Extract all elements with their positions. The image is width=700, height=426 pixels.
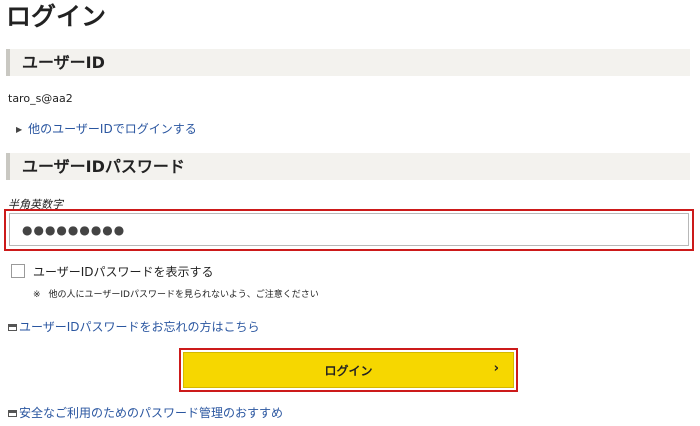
other-userid-login-link-label: 他のユーザーIDでログインする [28, 122, 197, 136]
other-userid-login-link[interactable]: ▶ 他のユーザーIDでログインする [16, 120, 197, 137]
show-password-checkbox[interactable] [11, 264, 25, 278]
window-icon [8, 410, 17, 417]
userid-section-title: ユーザーID [22, 53, 105, 72]
login-button[interactable]: ログイン › [183, 352, 514, 388]
password-section-header: ユーザーIDパスワード [6, 153, 690, 180]
forgot-password-link-label: ユーザーIDパスワードをお忘れの方はこちら [19, 320, 260, 334]
note-text: 他の人にユーザーIDパスワードを見られないよう、ご注意ください [48, 290, 319, 300]
safe-usage-link-label: 安全なご利用のためのパスワード管理のおすすめ [19, 406, 284, 420]
userid-value: taro_s@aa2 [8, 92, 73, 105]
userid-section-header: ユーザーID [6, 49, 690, 76]
safe-usage-link[interactable]: 安全なご利用のためのパスワード管理のおすすめ [8, 404, 283, 421]
window-icon [8, 324, 17, 331]
chevron-right-icon: › [493, 361, 499, 376]
password-section-title: ユーザーIDパスワード [22, 157, 185, 176]
password-caution-note: ※ 他の人にユーザーIDパスワードを見られないよう、ご注意ください [33, 287, 319, 300]
login-button-label: ログイン [324, 364, 373, 378]
page-title: ログイン [6, 2, 107, 31]
note-mark: ※ [33, 290, 41, 300]
triangle-right-icon: ▶ [16, 125, 23, 134]
forgot-password-link[interactable]: ユーザーIDパスワードをお忘れの方はこちら [8, 318, 260, 335]
password-input[interactable] [9, 213, 689, 246]
show-password-label[interactable]: ユーザーIDパスワードを表示する [33, 263, 214, 280]
